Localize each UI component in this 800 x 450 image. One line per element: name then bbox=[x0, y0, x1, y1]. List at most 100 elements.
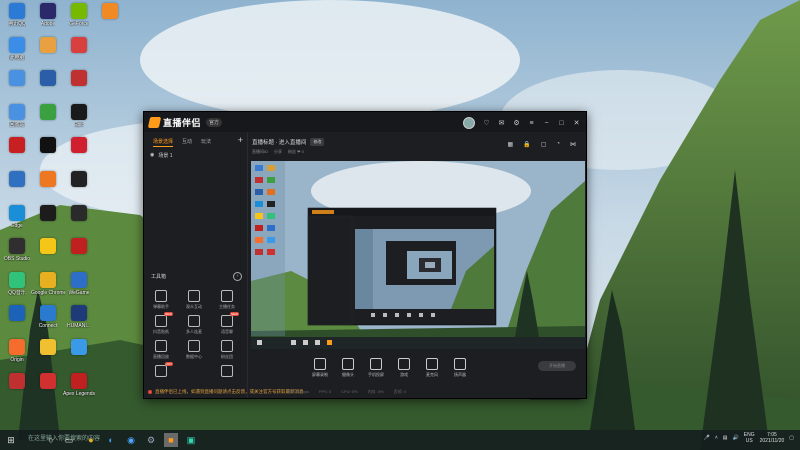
source-control[interactable]: 扬声器 bbox=[448, 358, 472, 378]
scene-item[interactable]: ◉ 场景 1 bbox=[150, 152, 173, 159]
source-control[interactable]: 游戏 bbox=[392, 358, 416, 378]
desktop-icon[interactable] bbox=[33, 372, 63, 391]
search-icon[interactable]: ○ bbox=[44, 433, 58, 447]
desktop-icon[interactable]: Connect bbox=[33, 305, 63, 329]
notice-icon bbox=[148, 390, 152, 394]
desktop-icon[interactable]: 此电脑 bbox=[2, 36, 32, 61]
terminal-icon[interactable]: ▣ bbox=[184, 433, 198, 447]
tool-item[interactable]: 弹幕助手 bbox=[149, 290, 173, 310]
desktop-icon[interactable]: Edge bbox=[2, 204, 32, 229]
share-icon[interactable]: ⋈ bbox=[570, 141, 576, 148]
mic-icon[interactable]: 🎤 bbox=[704, 435, 710, 441]
toolbox-more-button[interactable]: › bbox=[233, 272, 242, 281]
clock[interactable]: 7:05 2021/11/20 bbox=[760, 432, 785, 444]
settings-icon[interactable]: ⚙ bbox=[513, 120, 520, 127]
tool-item[interactable]: 多人连麦 bbox=[182, 315, 206, 335]
desktop-icon[interactable]: Adobe bbox=[33, 3, 63, 27]
source-control[interactable]: 麦克风 bbox=[420, 358, 444, 378]
desktop-icon[interactable] bbox=[64, 137, 94, 155]
tab-scenes[interactable]: 场景选择 bbox=[153, 138, 174, 147]
notification-icon[interactable]: ▢ bbox=[789, 435, 794, 441]
desktop-icon[interactable]: Google Chrome bbox=[31, 271, 65, 296]
desktop-icon[interactable] bbox=[95, 3, 125, 21]
tool-item[interactable]: NEW 语音聊 bbox=[215, 312, 239, 335]
chrome-icon[interactable]: ● bbox=[84, 433, 98, 447]
tool-item[interactable]: 粉丝团 bbox=[215, 340, 239, 360]
desktop-icon[interactable]: GeForce bbox=[64, 3, 94, 27]
language-indicator[interactable]: ENG US bbox=[744, 432, 755, 444]
app-icon bbox=[40, 204, 56, 221]
stream-preview[interactable] bbox=[251, 161, 585, 349]
desktop-icon[interactable] bbox=[64, 339, 94, 357]
desktop-icon[interactable] bbox=[64, 36, 94, 55]
desktop-icon[interactable] bbox=[33, 339, 63, 357]
menu-icon[interactable]: ≡ bbox=[528, 120, 535, 127]
heart-icon[interactable]: ♡ bbox=[483, 120, 490, 127]
add-scene-button[interactable]: + bbox=[238, 135, 243, 145]
tool-icon bbox=[221, 340, 233, 352]
live-companion-taskbar-icon[interactable]: ■ bbox=[164, 433, 178, 447]
desktop-icon[interactable]: OBS Studio bbox=[2, 238, 32, 262]
lock-icon[interactable]: 🔒 bbox=[523, 141, 530, 148]
desktop-icon[interactable] bbox=[33, 36, 63, 55]
close-icon[interactable]: ✕ bbox=[573, 120, 580, 127]
desktop-icon[interactable] bbox=[33, 103, 63, 122]
desktop-icon[interactable] bbox=[33, 204, 63, 223]
maximize-icon[interactable]: □ bbox=[558, 120, 565, 127]
tab-interact[interactable]: 互动 bbox=[182, 138, 192, 147]
desktop-icon[interactable] bbox=[2, 171, 32, 189]
tool-item[interactable]: 数据中心 bbox=[182, 340, 206, 360]
steam-icon[interactable]: ⚙ bbox=[144, 433, 158, 447]
desktop-icon[interactable]: 回收站 bbox=[2, 103, 32, 128]
desktop-icon[interactable] bbox=[33, 171, 63, 189]
desktop-icon[interactable] bbox=[2, 137, 32, 155]
desktop-icon[interactable]: Epic bbox=[64, 103, 94, 128]
desktop-icon[interactable] bbox=[64, 238, 94, 256]
desktop-icon[interactable]: 腾讯QQ bbox=[2, 3, 32, 27]
windows-start-icon[interactable]: ⊞ bbox=[4, 433, 18, 447]
share-link[interactable]: 分享 bbox=[274, 149, 282, 155]
desktop-icon[interactable]: Origin bbox=[2, 339, 32, 363]
desktop-icon[interactable]: Apex Legends bbox=[63, 372, 95, 397]
edit-title-button[interactable]: 修改 bbox=[310, 138, 325, 146]
source-control[interactable]: 手机投屏 bbox=[364, 358, 388, 378]
desktop-icon[interactable] bbox=[64, 70, 94, 88]
tool-item[interactable]: 观众互动 bbox=[182, 290, 206, 310]
tool-item[interactable]: 主播任务 bbox=[215, 290, 239, 310]
start-live-button[interactable]: 开始直播 bbox=[538, 361, 576, 371]
chevron-up-icon[interactable]: ˄ bbox=[715, 435, 718, 441]
tool-item[interactable]: 直播回放 bbox=[149, 340, 173, 360]
desktop-icon[interactable] bbox=[33, 238, 63, 256]
edge-icon[interactable]: ◐ bbox=[104, 433, 118, 447]
desktop-icon[interactable]: HUMANI... bbox=[64, 305, 94, 329]
bell-icon[interactable]: ◔ bbox=[556, 141, 560, 148]
eye-icon[interactable]: ◉ bbox=[150, 152, 154, 159]
network-icon[interactable]: ▤ bbox=[723, 435, 728, 441]
desktop-icon[interactable] bbox=[33, 137, 63, 155]
desktop-icon[interactable] bbox=[2, 70, 32, 88]
desktop-icon[interactable] bbox=[2, 305, 32, 323]
volume-icon[interactable]: 🔊 bbox=[733, 435, 739, 441]
desktop-icon[interactable] bbox=[64, 204, 94, 223]
desktop-icon[interactable] bbox=[2, 372, 32, 391]
version-badge[interactable]: 官方 bbox=[206, 118, 223, 127]
app-taskbar-icon[interactable]: ◉ bbox=[124, 433, 138, 447]
mail-icon[interactable]: ✉ bbox=[498, 120, 505, 127]
desktop-icon[interactable]: QQ音乐 bbox=[2, 271, 32, 296]
record-icon[interactable]: ▢ bbox=[541, 141, 547, 148]
desktop-icon[interactable]: WeGame bbox=[64, 271, 94, 296]
avatar[interactable] bbox=[463, 117, 475, 129]
source-control[interactable]: 屏幕录制 bbox=[308, 358, 332, 378]
desktop-icon-label: Adobe bbox=[40, 21, 56, 27]
minimize-icon[interactable]: − bbox=[543, 120, 550, 127]
tool-item[interactable]: NEW 抖音贴纸 bbox=[149, 312, 173, 335]
desktop-icon[interactable] bbox=[33, 70, 63, 88]
tool-item[interactable]: HOT bbox=[149, 362, 173, 379]
title-bar-controls: ♡ ✉ ⚙ ≡ − □ ✕ bbox=[463, 117, 580, 129]
tool-item[interactable] bbox=[215, 365, 239, 379]
source-control[interactable]: 摄像头 bbox=[336, 358, 360, 378]
desktop-icon[interactable] bbox=[64, 171, 94, 189]
task-view-icon[interactable]: ▭ bbox=[62, 433, 76, 447]
layout-icon[interactable]: ▦ bbox=[508, 141, 514, 148]
tab-play[interactable]: 玩法 bbox=[201, 138, 211, 147]
